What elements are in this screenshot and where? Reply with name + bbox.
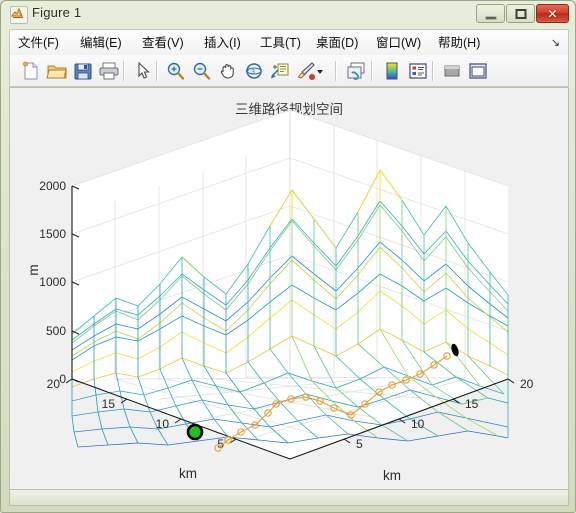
pointer-icon[interactable]: [132, 60, 154, 82]
menu-item-desktop[interactable]: 桌面(D): [316, 34, 358, 52]
save-icon[interactable]: [72, 60, 94, 82]
colorbar-icon[interactable]: [381, 60, 403, 82]
close-button[interactable]: ✕: [536, 4, 569, 23]
menu-item-file[interactable]: 文件(F): [18, 34, 59, 52]
status-bar: [9, 490, 569, 506]
ztick-2000: 2000: [39, 179, 66, 193]
menu-overflow-icon[interactable]: ↘: [551, 36, 560, 49]
ytick-10: 10: [156, 417, 170, 431]
close-icon: ✕: [547, 6, 558, 21]
maximize-button[interactable]: [506, 4, 535, 23]
ztick-1500: 1500: [39, 227, 66, 241]
zoom-out-icon[interactable]: [191, 60, 213, 82]
brush-dropdown-icon[interactable]: [315, 60, 325, 82]
menu-bar: 文件(F) 编辑(E) 查看(V) 插入(I) 工具(T) 桌面(D) 窗口(W…: [9, 29, 569, 55]
window-title: Figure 1: [32, 5, 82, 20]
zoom-in-icon[interactable]: [165, 60, 187, 82]
minimize-icon: [485, 16, 496, 19]
brush-icon[interactable]: [295, 60, 317, 82]
print-icon[interactable]: [98, 60, 120, 82]
ytick-20: 20: [47, 377, 61, 391]
toolbar-separator: [335, 61, 337, 81]
toolbar-separator: [432, 61, 434, 81]
svg-text:3: 3: [251, 69, 255, 76]
ztick-1000: 1000: [39, 275, 66, 289]
figure-window: Figure 1 ✕ 文件(F) 编辑(E) 查看(V) 插入(I) 工具(T)…: [0, 0, 576, 513]
hide-plottools-icon[interactable]: [441, 60, 463, 82]
zaxis-label: m: [26, 264, 41, 275]
data-cursor-icon[interactable]: [269, 60, 291, 82]
title-bar: Figure 1 ✕: [1, 1, 576, 28]
menu-item-help[interactable]: 帮助(H): [438, 34, 480, 52]
yaxis-label: km: [179, 466, 197, 481]
ztick-500: 500: [46, 324, 66, 338]
menu-item-insert[interactable]: 插入(I): [204, 34, 241, 52]
xtick-5: 5: [356, 437, 363, 451]
xtick-20: 20: [520, 377, 534, 391]
maximize-icon: [515, 8, 526, 19]
toolbar-separator: [123, 61, 125, 81]
xaxis-label: km: [383, 468, 401, 483]
toolbar-separator: [371, 61, 373, 81]
menu-item-edit[interactable]: 编辑(E): [80, 34, 122, 52]
menu-item-window[interactable]: 窗口(W): [376, 34, 421, 52]
ytick-15: 15: [102, 397, 116, 411]
menu-item-tools[interactable]: 工具(T): [260, 34, 301, 52]
xtick-15: 15: [465, 397, 479, 411]
menu-item-view[interactable]: 查看(V): [142, 34, 184, 52]
xtick-10: 10: [411, 417, 425, 431]
open-folder-icon[interactable]: [46, 60, 68, 82]
show-plottools-icon[interactable]: [467, 60, 489, 82]
figure-canvas[interactable]: 三维路径规划空间 2000 1500 1000 500 0 20 15 10 5…: [9, 87, 569, 490]
link-plot-icon[interactable]: [345, 60, 367, 82]
rotate-3d-icon[interactable]: 3: [243, 60, 265, 82]
minimize-button[interactable]: [476, 4, 505, 23]
matlab-membrane-icon: [10, 6, 28, 24]
pan-hand-icon[interactable]: [217, 60, 239, 82]
start-marker: [186, 423, 204, 441]
ztick-0: 0: [59, 372, 66, 386]
new-figure-icon[interactable]: [20, 60, 42, 82]
toolbar-separator: [156, 61, 158, 81]
surface-plot: 2000 1500 1000 500 0 20 15 10 5 5 10 15 …: [26, 109, 534, 483]
legend-icon[interactable]: [407, 60, 429, 82]
toolbar: 3: [9, 55, 569, 87]
